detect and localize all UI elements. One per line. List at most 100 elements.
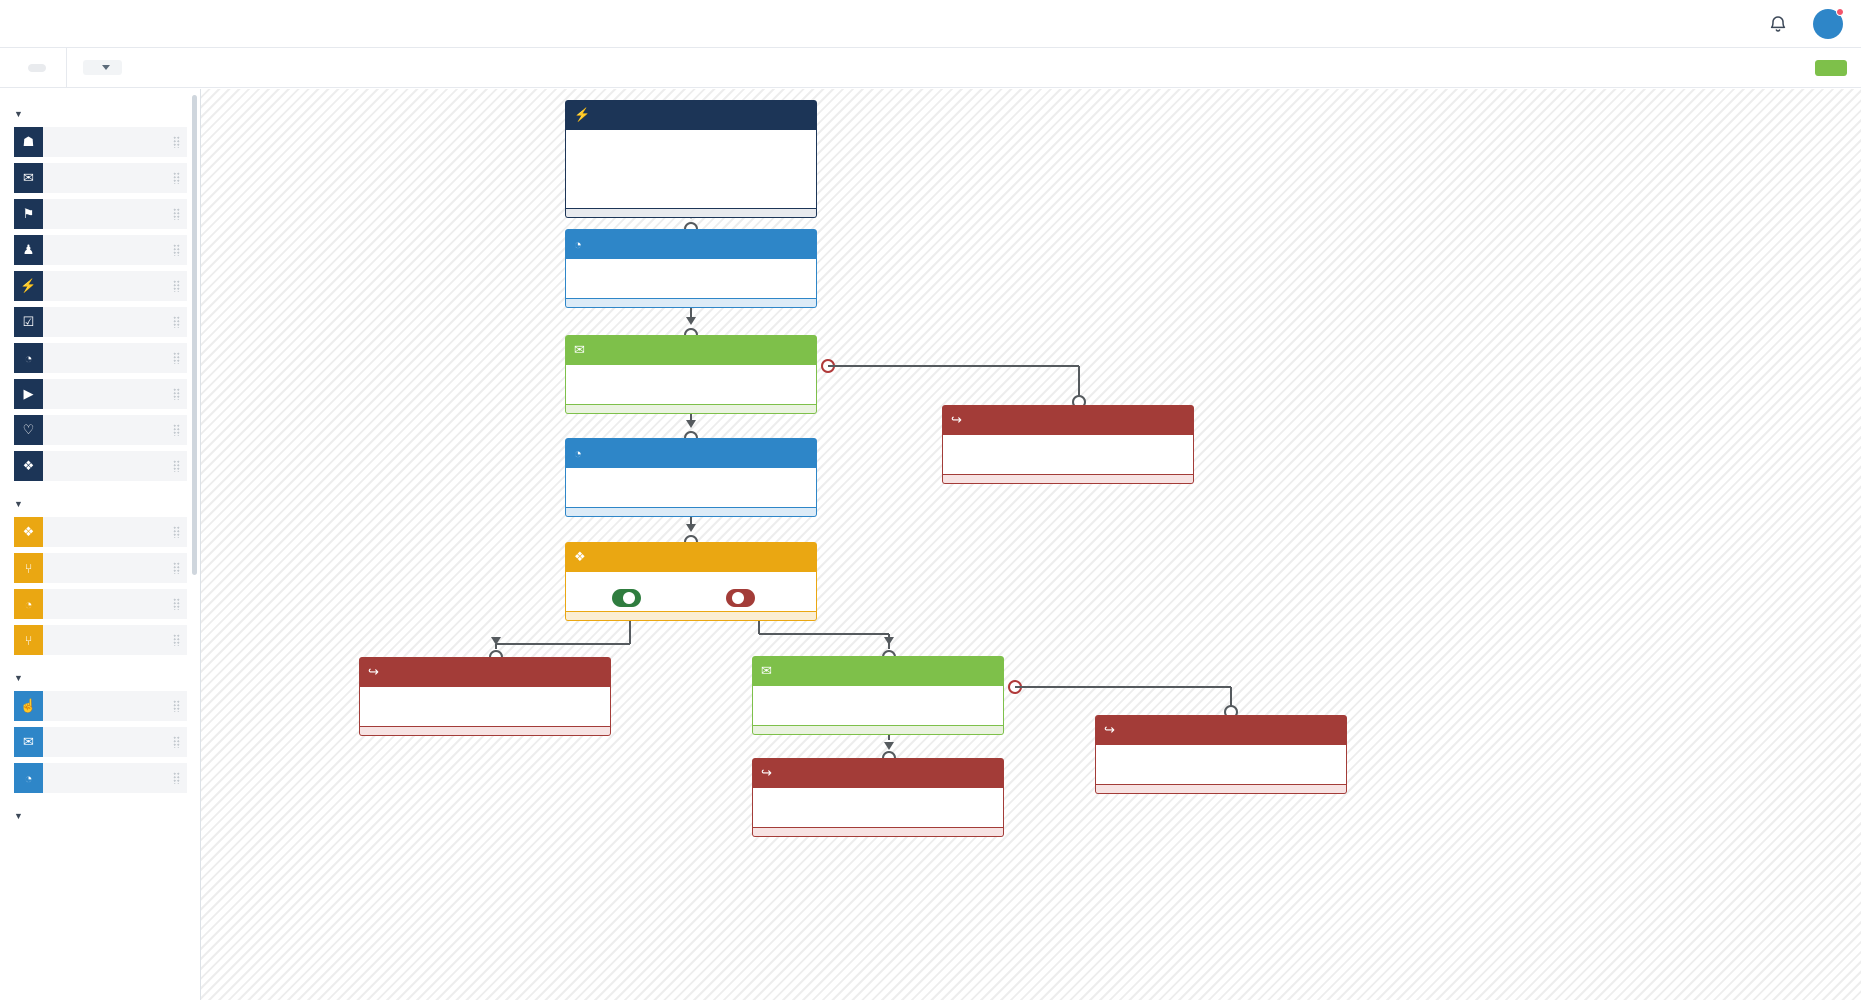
top-bar-actions <box>1743 7 1844 39</box>
branch-badge-no[interactable] <box>726 589 755 607</box>
drag-handle-icon[interactable] <box>173 460 180 472</box>
drag-handle-icon[interactable] <box>173 562 180 574</box>
palette-item-targeting[interactable]: ❖ <box>14 451 187 481</box>
palette-item-participation[interactable]: ☑ <box>14 307 187 337</box>
palette-item-new-profile[interactable]: ♟ <box>14 235 187 265</box>
palette-item-other-interaction[interactable]: ⚡ <box>14 271 187 301</box>
node-footer <box>752 726 1004 735</box>
node-footer <box>942 475 1194 484</box>
envelope-open-icon: ✉ <box>14 727 43 757</box>
pie-chart-icon: ◔ <box>14 589 43 619</box>
drag-handle-icon[interactable] <box>173 634 180 646</box>
envelope-open-icon: ✉ <box>14 163 43 193</box>
palette-sidebar[interactable]: ▼ ☗ ✉ ⚑ ♟ ⚡ ☑ ◔ ▶ ♡ ❖ ▼ ❖ ⑂ ◔ ⑂ ▼ ☝ ✉ ◔ ▼ <box>0 89 201 1000</box>
chevron-down-icon: ▼ <box>14 673 24 683</box>
drag-handle-icon[interactable] <box>173 424 180 436</box>
node-header: ◔ <box>565 438 817 468</box>
exit-icon: ↪ <box>1104 722 1115 737</box>
sidebar-section-filter[interactable]: ▼ <box>0 487 200 517</box>
drag-handle-icon[interactable] <box>173 280 180 292</box>
clock-icon: ◔ <box>14 763 43 793</box>
sidebar-section-start-event[interactable]: ▼ <box>0 97 200 127</box>
palette-item-start[interactable]: ▶ <box>14 379 187 409</box>
clock-icon: ◔ <box>574 445 582 461</box>
palette-item-profile-condition[interactable]: ⑂ <box>14 553 187 583</box>
sidebar-scrollbar[interactable] <box>192 95 197 575</box>
bolt-icon: ⚡ <box>14 271 43 301</box>
palette-item-email-opened[interactable]: ✉ <box>14 163 187 193</box>
drag-handle-icon[interactable] <box>173 388 180 400</box>
palette-item-email-clicked[interactable]: ☝ <box>14 691 187 721</box>
connector-arrow <box>884 742 894 750</box>
palette-item-anniversary[interactable]: ☗ <box>14 127 187 157</box>
node-header: ↪ <box>359 657 611 687</box>
scenario-canvas[interactable]: ⚡ ◔ ✉ ◔ ❖ ↪ ↪ ✉ ↪ ↪ <box>201 89 1861 1000</box>
connector-arrow <box>686 317 696 325</box>
bell-icon[interactable] <box>1769 14 1787 33</box>
canvas-node-wait-2[interactable]: ◔ <box>565 438 817 517</box>
branch-port[interactable] <box>623 592 635 604</box>
chevron-down-icon: ▼ <box>14 109 24 119</box>
drag-handle-icon[interactable] <box>173 598 180 610</box>
notification-dot <box>1836 7 1844 16</box>
canvas-node-send-email-1[interactable]: ✉ <box>565 335 817 414</box>
connector-arrow <box>686 524 696 532</box>
palette-item-email-opened[interactable]: ✉ <box>14 727 187 757</box>
sidebar-section-action[interactable]: ▼ <box>0 799 200 829</box>
branch-badge-yes[interactable] <box>612 589 641 607</box>
drag-handle-icon[interactable] <box>173 316 180 328</box>
canvas-node-exit-order[interactable]: ↪ <box>359 657 611 736</box>
sub-bar <box>0 47 1861 88</box>
node-body <box>565 572 817 612</box>
canvas-node-send-email-2[interactable]: ✉ <box>752 656 1004 735</box>
node-footer <box>565 508 817 517</box>
node-footer <box>565 612 817 621</box>
canvas-node-wait-1[interactable]: ◔ <box>565 229 817 308</box>
canvas-node-exit-end[interactable]: ↪ <box>752 758 1004 837</box>
node-body <box>565 259 817 299</box>
branch-port[interactable] <box>732 592 744 604</box>
crosshair-icon: ❖ <box>574 549 586 564</box>
exit-icon: ↪ <box>761 765 772 780</box>
check-square-icon: ☑ <box>14 307 43 337</box>
exit-icon: ↪ <box>951 412 962 427</box>
status-badge <box>28 63 46 72</box>
drag-handle-icon[interactable] <box>173 700 180 712</box>
drag-handle-icon[interactable] <box>173 352 180 364</box>
node-body <box>565 130 817 209</box>
canvas-node-exit-errors-1[interactable]: ↪ <box>942 405 1194 484</box>
palette-item-condition-on-targeting[interactable]: ❖ <box>14 517 187 547</box>
drag-handle-icon[interactable] <box>173 244 180 256</box>
canvas-node-other-interaction[interactable]: ⚡ <box>565 100 817 218</box>
sidebar-section-wait[interactable]: ▼ <box>0 661 200 691</box>
activate-scenario-button[interactable] <box>1815 59 1847 76</box>
canvas-node-condition-targeting[interactable]: ❖ <box>565 542 817 621</box>
palette-item-split-a-b[interactable]: ⑂ <box>14 625 187 655</box>
node-header: ✉ <box>565 335 817 365</box>
drag-handle-icon[interactable] <box>173 172 180 184</box>
palette-item-goal[interactable]: ⚑ <box>14 199 187 229</box>
drag-handle-icon[interactable] <box>173 736 180 748</box>
drag-handle-icon[interactable] <box>173 526 180 538</box>
avatar[interactable] <box>1813 7 1844 39</box>
node-footer <box>565 405 817 414</box>
palette-item-segmentation[interactable]: ◔ <box>14 343 187 373</box>
node-footer <box>565 299 817 308</box>
connector-line <box>828 365 1079 367</box>
node-header: ↪ <box>942 405 1194 435</box>
canvas-node-exit-errors-2[interactable]: ↪ <box>1095 715 1347 794</box>
branch-icon: ⑂ <box>14 625 43 655</box>
palette-item-subscription[interactable]: ♡ <box>14 415 187 445</box>
drag-handle-icon[interactable] <box>173 772 180 784</box>
drag-handle-icon[interactable] <box>173 208 180 220</box>
node-footer <box>359 727 611 736</box>
envelope-icon: ✉ <box>761 663 772 678</box>
options-button[interactable] <box>83 60 122 75</box>
drag-handle-icon[interactable] <box>173 136 180 148</box>
crosshair-icon: ❖ <box>14 517 43 547</box>
connector-line <box>496 643 630 645</box>
palette-item-wait[interactable]: ◔ <box>14 763 187 793</box>
top-bar <box>0 0 1861 48</box>
palette-item-segmentation[interactable]: ◔ <box>14 589 187 619</box>
gift-icon: ☗ <box>14 127 43 157</box>
